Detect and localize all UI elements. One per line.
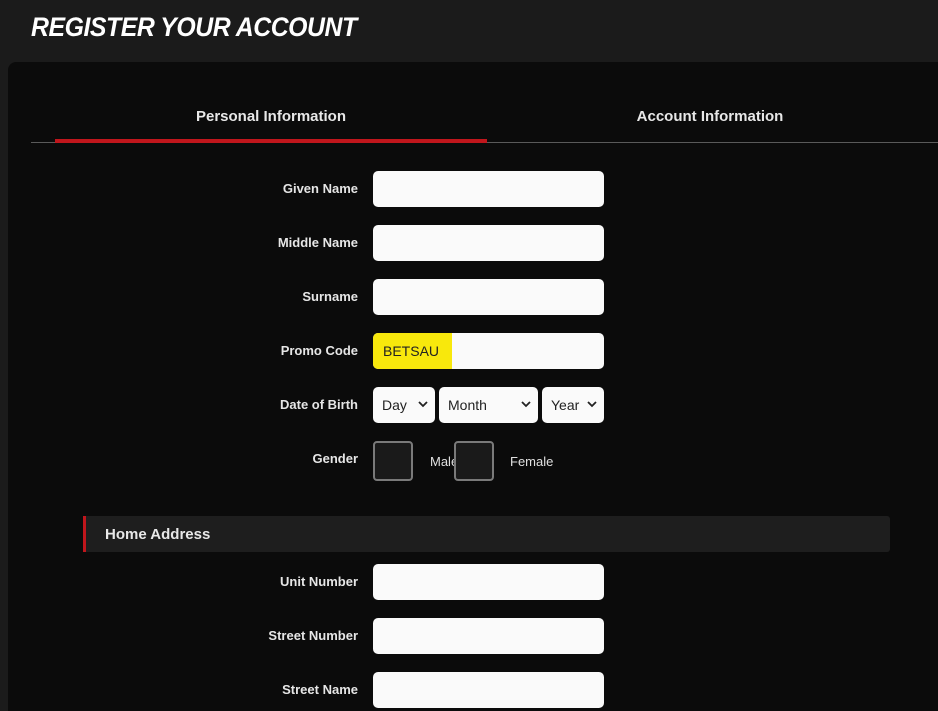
dob-day-select[interactable]: Day [373,387,435,423]
tab-personal-information[interactable]: Personal Information [55,90,487,142]
dob-year-value: Year [551,397,580,413]
home-address-heading: Home Address [83,516,890,552]
dob-day-value: Day [382,397,407,413]
given-name-label: Given Name [282,181,358,196]
unit-number-label: Unit Number [280,574,358,589]
promo-code-label: Promo Code [280,343,358,358]
given-name-field[interactable] [373,171,604,207]
tab-account-information[interactable]: Account Information [494,90,926,142]
surname-field[interactable] [373,279,604,315]
street-name-field[interactable] [373,672,604,708]
middle-name-field[interactable] [373,225,604,261]
gender-male-checkbox[interactable] [373,441,413,481]
dob-month-value: Month [448,397,487,413]
date-of-birth-label: Date of Birth [280,397,358,412]
dob-year-select[interactable]: Year [542,387,604,423]
promo-code-field[interactable]: BETSAU [373,333,604,369]
page-title: REGISTER YOUR ACCOUNT [31,12,357,42]
promo-code-value: BETSAU [373,333,452,369]
surname-label: Surname [302,289,358,304]
gender-female-checkbox[interactable] [454,441,494,481]
active-tab-indicator [55,139,487,143]
gender-female-label: Female [510,454,554,469]
chevron-down-icon [521,401,531,408]
street-name-label: Street Name [282,682,358,697]
chevron-down-icon [418,401,428,408]
street-number-label: Street Number [268,628,358,643]
dob-month-select[interactable]: Month [439,387,538,423]
unit-number-field[interactable] [373,564,604,600]
gender-label: Gender [312,451,358,466]
registration-tabs: Personal Information Account Information [31,90,938,143]
street-number-field[interactable] [373,618,604,654]
middle-name-label: Middle Name [277,235,358,250]
chevron-down-icon [587,401,597,408]
